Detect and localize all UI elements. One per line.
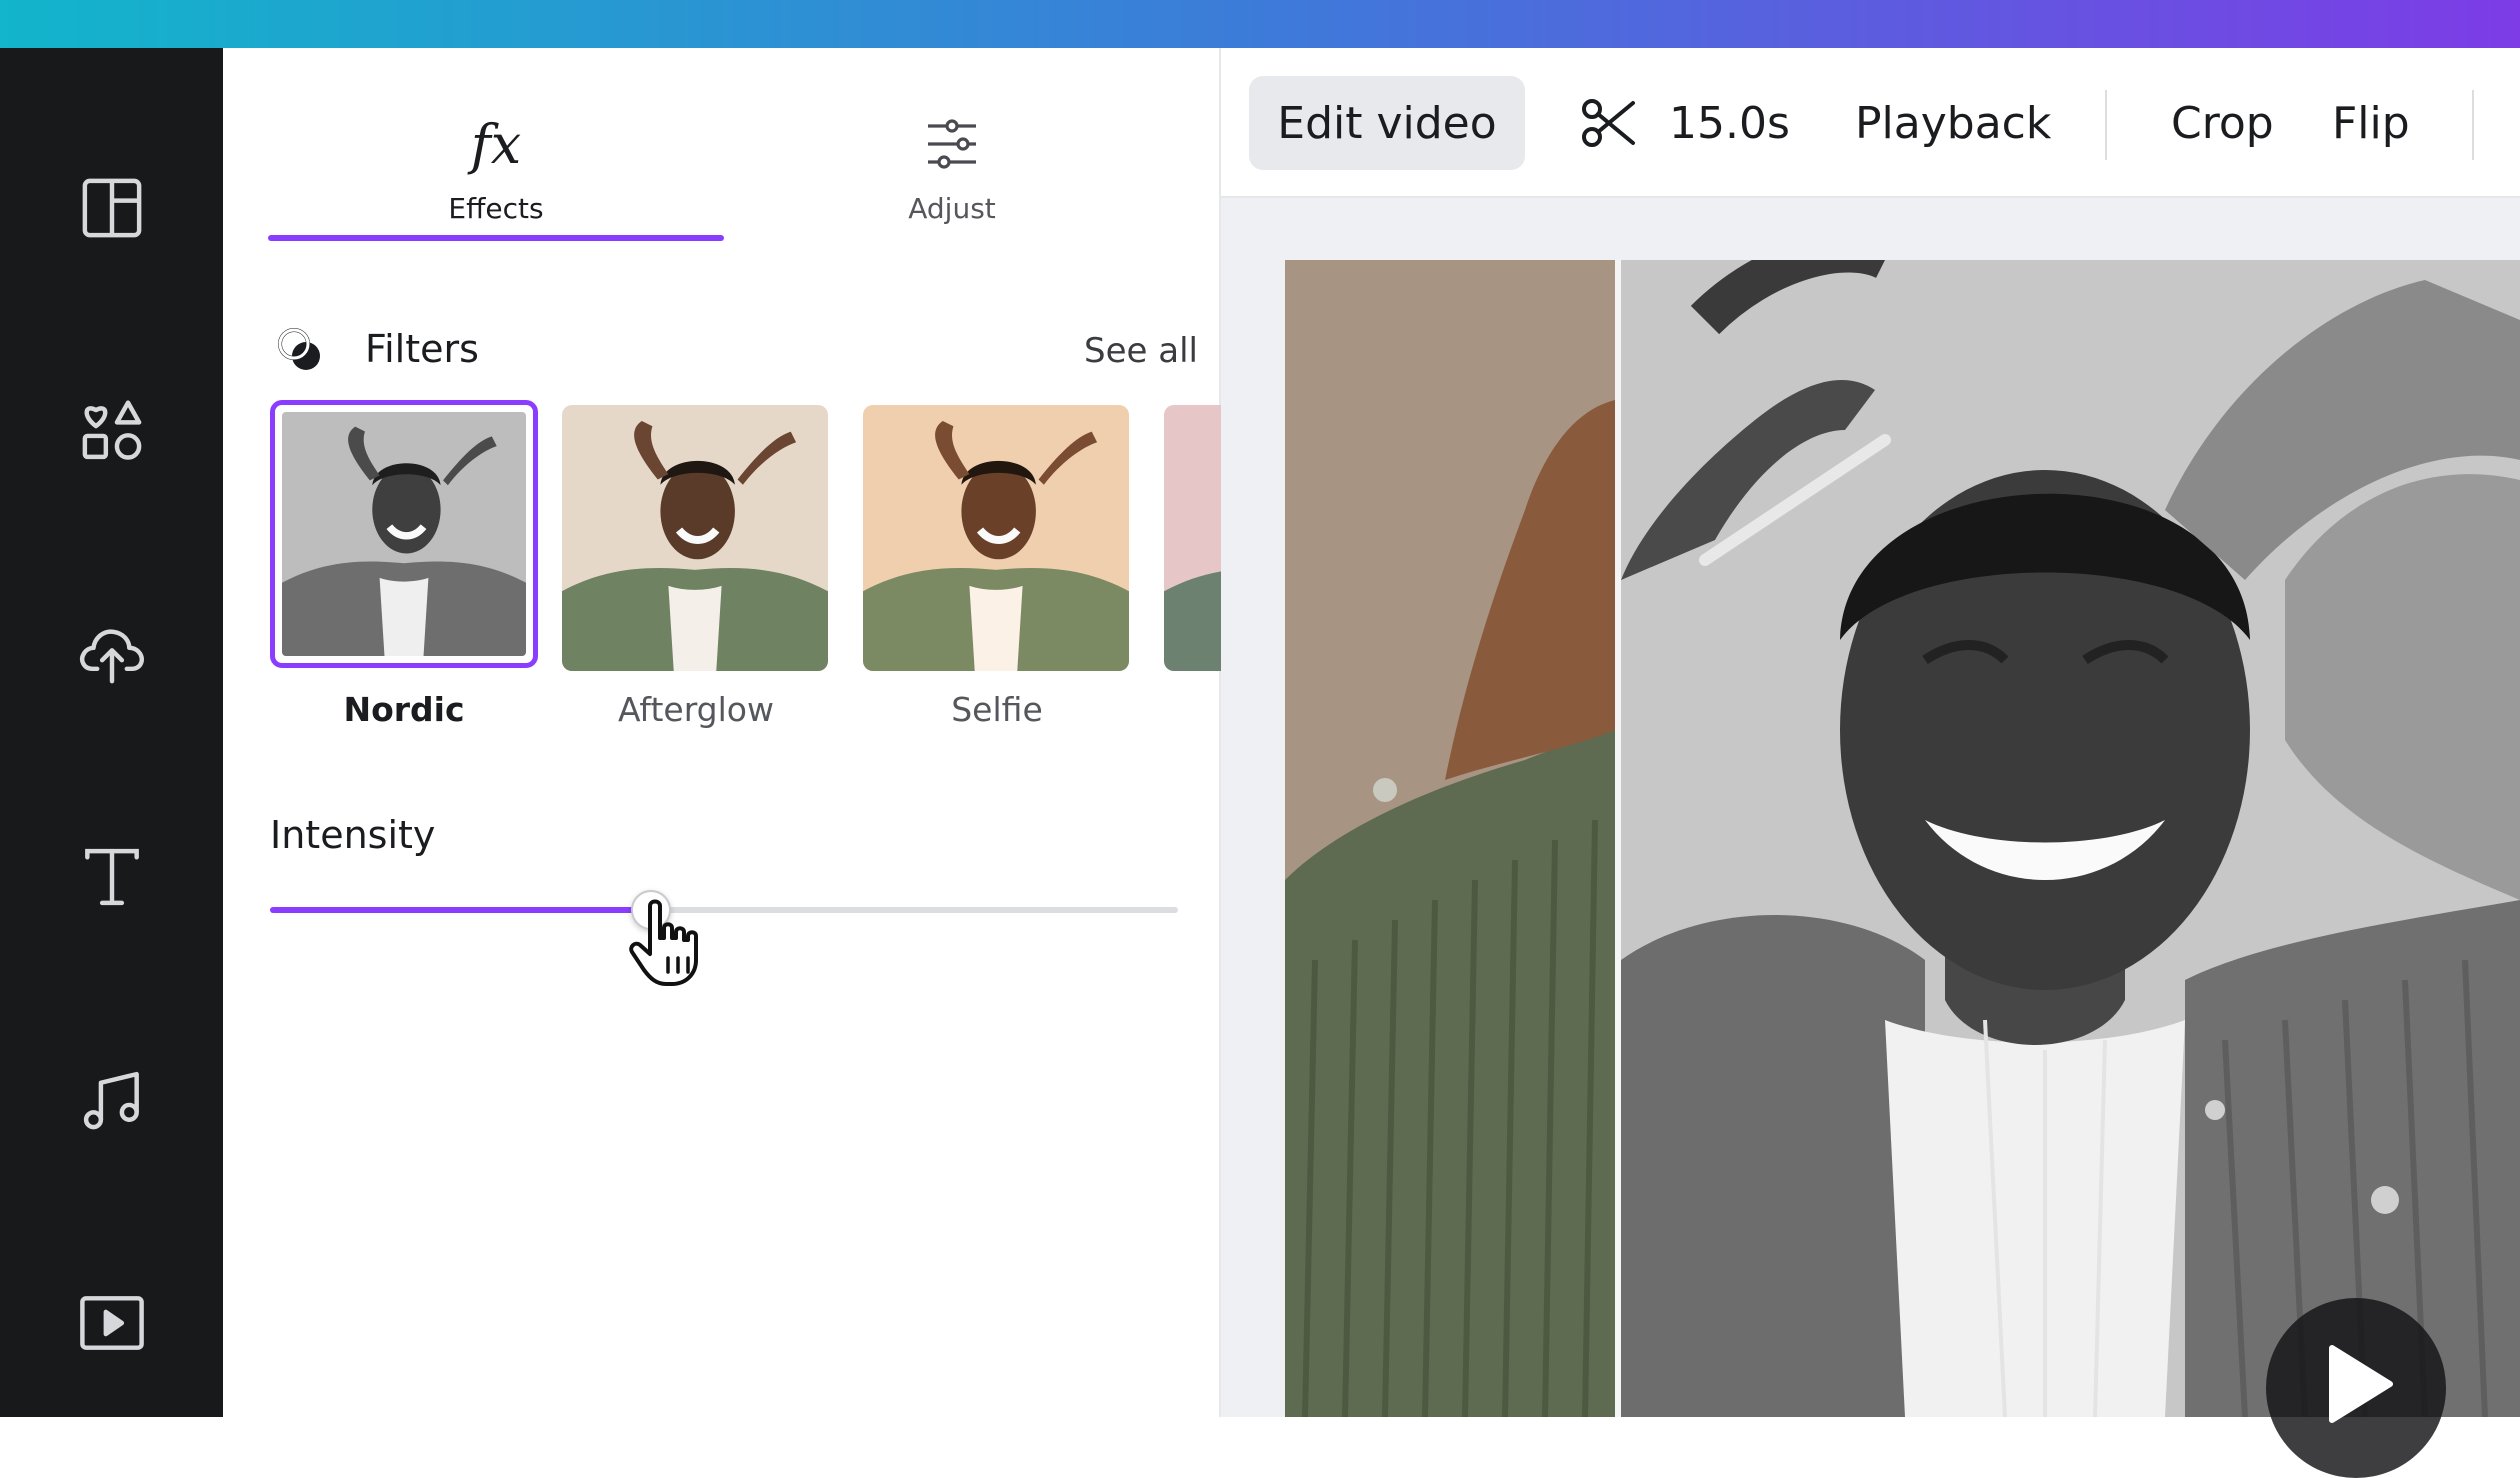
uploads-icon[interactable] [66,608,158,700]
templates-icon[interactable] [66,162,158,254]
editor-toolbar: Edit video 15.0s Playback Crop Flip [1221,48,2520,198]
filters-header: Filters See all [273,313,1198,387]
see-all-link[interactable]: See all [1084,331,1198,371]
effects-panel: fx Effects Adjust Filters See all Nordic… [223,48,1221,1417]
intensity-slider[interactable] [270,890,1178,930]
filter-thumbnails: Nordic Afterglow Selfie [270,400,1221,740]
tab-adjust[interactable]: Adjust [724,104,1180,294]
intensity-label: Intensity [270,813,436,857]
flip-button[interactable]: Flip [2332,76,2410,170]
filters-icon [278,328,320,370]
elements-icon[interactable] [66,385,158,477]
tab-adjust-label: Adjust [908,192,996,225]
fx-icon: fx [470,112,522,176]
toolbar-divider [2105,90,2107,160]
duration-label: 15.0s [1669,97,1790,149]
filter-selfie[interactable] [863,405,1129,671]
scissors-icon [1582,99,1635,147]
filter-label-selfie: Selfie [951,690,1043,729]
active-tab-indicator [268,235,724,241]
slider-handle[interactable] [631,890,672,930]
filter-partial[interactable] [1164,405,1221,671]
canvas-area [1221,198,2520,1417]
filter-label-afterglow: Afterglow [618,690,774,729]
filter-label-nordic: Nordic [343,690,465,729]
videos-icon[interactable] [66,1277,158,1369]
toolbar-divider [2472,90,2474,160]
filter-nordic[interactable] [270,400,538,668]
crop-button[interactable]: Crop [2171,76,2274,170]
filters-title: Filters [365,327,479,371]
sliders-icon [724,104,1180,184]
sidebar-rail [0,48,223,1417]
tab-effects[interactable]: fx Effects [268,104,724,294]
audio-icon[interactable] [66,1054,158,1146]
play-icon [2329,1345,2393,1423]
filter-afterglow[interactable] [562,405,828,671]
video-preview[interactable] [1285,260,2520,1417]
text-icon[interactable] [66,831,158,923]
play-button[interactable] [2266,1298,2446,1478]
playback-button[interactable]: Playback [1855,76,2051,170]
tab-effects-label: Effects [448,192,544,225]
edit-video-button[interactable]: Edit video [1249,76,1525,170]
slider-fill [270,907,652,913]
duration-button[interactable]: 15.0s [1579,76,1790,170]
top-gradient-bar [0,0,2520,48]
